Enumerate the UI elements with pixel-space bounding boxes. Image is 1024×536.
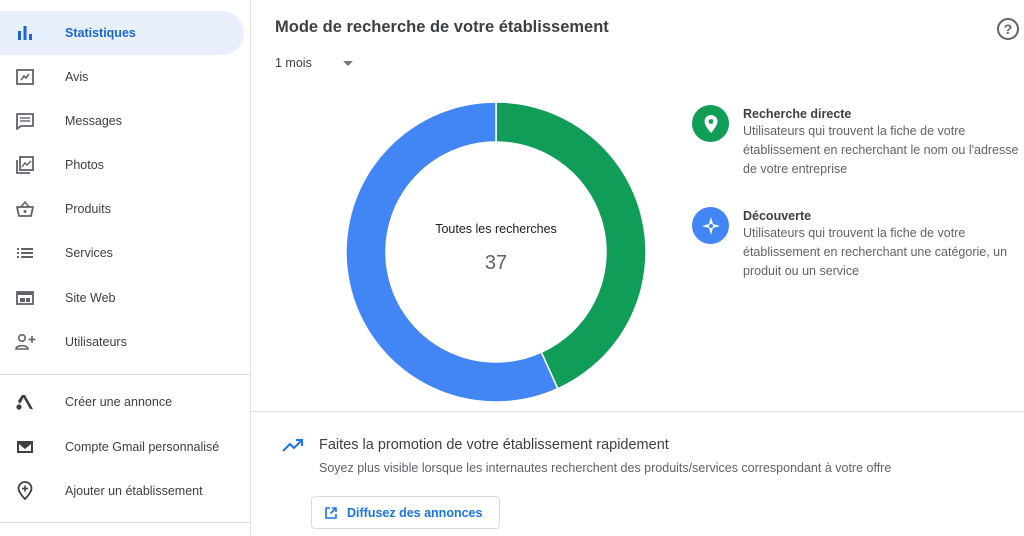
period-dropdown[interactable]: 1 mois (275, 56, 365, 74)
compass-icon (692, 207, 729, 244)
run-ads-button[interactable]: Diffusez des annonces (311, 496, 500, 529)
gmail-icon (13, 435, 37, 459)
chart-total-value: 37 (484, 252, 508, 274)
sidebar-item-gmail[interactable]: Compte Gmail personnalisé (0, 425, 244, 469)
sidebar-item-services[interactable]: Services (0, 231, 244, 275)
sidebar-divider (0, 374, 251, 375)
promo-title: Faites la promotion de votre établisseme… (319, 437, 669, 453)
dropdown-arrow-icon (343, 61, 353, 66)
sidebar-item-label: Services (65, 246, 113, 260)
sidebar-item-avis[interactable]: Avis (0, 55, 244, 99)
sidebar-item-messages[interactable]: Messages (0, 99, 244, 143)
sidebar-item-label: Utilisateurs (65, 335, 127, 349)
sidebar-item-label: Créer une annonce (65, 395, 173, 409)
sidebar-item-label: Photos (65, 158, 104, 172)
sidebar-item-site-web[interactable]: Site Web (0, 276, 244, 320)
sidebar-item-label: Avis (65, 70, 89, 84)
sidebar-item-creer-annonce[interactable]: Créer une annonce (0, 380, 244, 424)
sidebar-item-photos[interactable]: Photos (0, 143, 244, 187)
section-divider (252, 411, 1024, 412)
sidebar: Statistiques Avis Messages Photos Produi… (0, 0, 251, 536)
message-icon (13, 109, 37, 133)
sidebar-item-produits[interactable]: Produits (0, 187, 244, 231)
bar-chart-icon (13, 21, 37, 45)
run-ads-button-label: Diffusez des annonces (347, 506, 483, 520)
google-ads-icon (13, 390, 37, 414)
review-icon (13, 65, 37, 89)
sidebar-item-label: Site Web (65, 291, 116, 305)
location-pin-icon (692, 105, 729, 142)
period-value: 1 mois (275, 56, 312, 70)
donut-slice-recherche-directe[interactable] (495, 102, 646, 390)
sidebar-item-label: Compte Gmail personnalisé (65, 440, 220, 454)
basket-icon (13, 197, 37, 221)
sidebar-item-label: Messages (65, 114, 122, 128)
legend-title-discovery: Découverte (743, 209, 812, 223)
legend-desc-discovery: Utilisateurs qui trouvent la fiche de vo… (743, 226, 1008, 278)
list-icon (13, 241, 37, 265)
open-external-icon (325, 507, 337, 519)
main-panel: Mode de recherche de votre établissement… (252, 0, 1024, 536)
photos-icon (13, 153, 37, 177)
legend-desc-direct: Utilisateurs qui trouvent la fiche de vo… (743, 124, 1019, 176)
chart-center-label: Toutes les recherches (435, 222, 557, 236)
website-icon (13, 286, 37, 310)
add-user-icon (13, 330, 37, 354)
legend-title-direct: Recherche directe (743, 107, 852, 121)
trending-up-icon (282, 439, 303, 452)
sidebar-item-ajouter-etablissement[interactable]: Ajouter un établissement (0, 469, 244, 513)
sidebar-item-label: Statistiques (65, 26, 136, 40)
sidebar-item-label: Produits (65, 202, 111, 216)
sidebar-item-statistiques[interactable]: Statistiques (0, 11, 244, 55)
sidebar-divider (0, 522, 251, 523)
help-icon[interactable]: ? (997, 18, 1019, 40)
page-title: Mode de recherche de votre établissement (275, 18, 609, 36)
add-location-icon (13, 479, 37, 503)
promo-description: Soyez plus visible lorsque les internaut… (319, 461, 892, 475)
sidebar-item-label: Ajouter un établissement (65, 484, 203, 498)
sidebar-item-utilisateurs[interactable]: Utilisateurs (0, 320, 244, 364)
